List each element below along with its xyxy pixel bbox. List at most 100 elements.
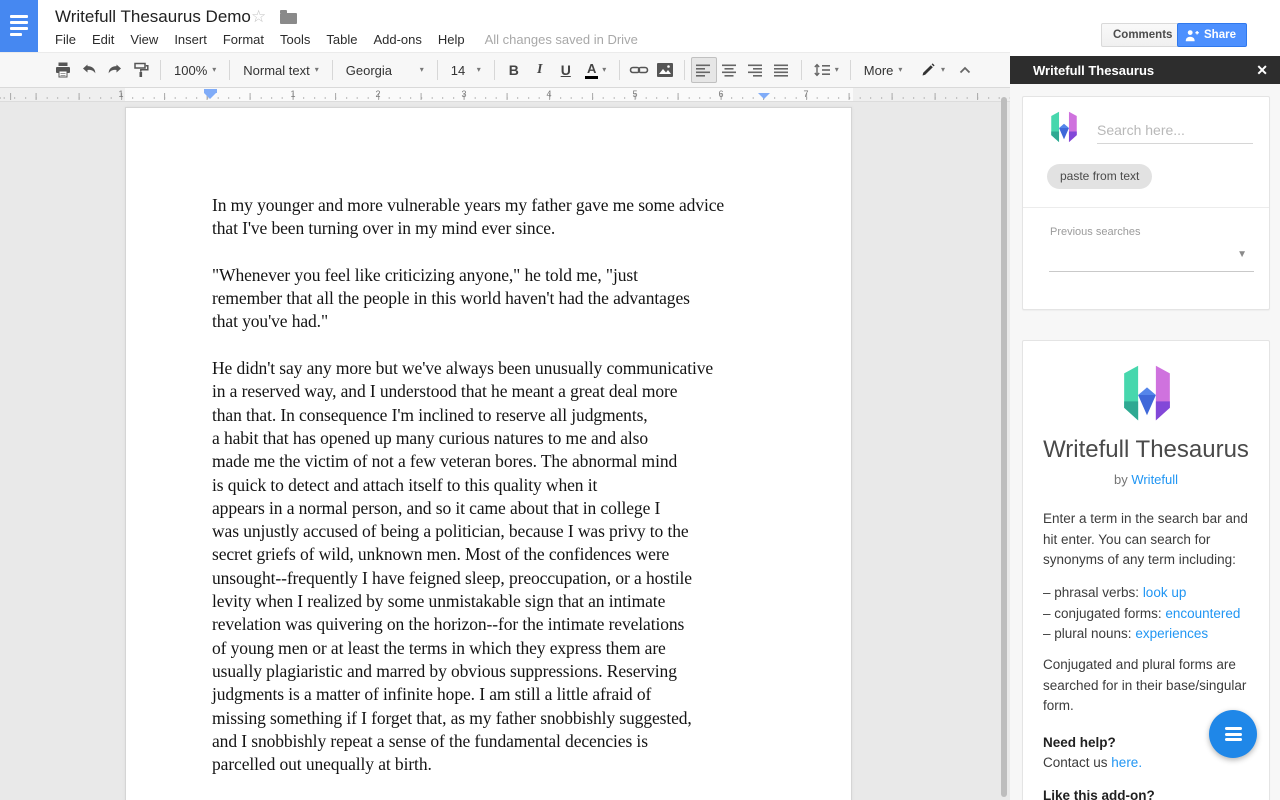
share-button[interactable]: Share (1177, 23, 1247, 47)
menu-item[interactable]: File (47, 30, 84, 49)
toolbar-separator (331, 60, 333, 80)
example-item: – conjugated forms: encountered (1043, 605, 1241, 621)
document-text: In my younger and more vulnerable years … (126, 108, 851, 776)
print-button[interactable] (50, 57, 76, 83)
share-person-icon (1185, 29, 1199, 41)
chevron-up-icon (959, 66, 971, 74)
insert-link-button[interactable] (626, 57, 652, 83)
insert-image-button[interactable] (652, 57, 678, 83)
example-link[interactable]: experiences (1135, 626, 1208, 641)
dropdown-caret-icon[interactable]: ▼ (1237, 249, 1247, 260)
ruler-number: 2 (375, 89, 381, 99)
menu-bar: File Edit View Insert Format Tools Table Add-on… (47, 30, 642, 49)
toolbar-right-group: ▾ (913, 57, 1002, 83)
toolbar-separator (683, 60, 685, 80)
ruler-number: 3 (461, 89, 467, 99)
previous-searches-dropdown[interactable] (1049, 271, 1254, 272)
menu-item[interactable]: Table (318, 30, 365, 49)
horizontal-ruler: 1 1 2 3 4 5 6 7 (0, 88, 1010, 102)
top-bar: Writefull Thesaurus Demo ☆ File Edit View I… (0, 0, 1280, 52)
undo-button[interactable] (76, 57, 102, 83)
toolbar-separator (229, 60, 231, 80)
chevron-down-icon: ▾ (212, 65, 217, 74)
ruler-half-ticks (0, 93, 1010, 100)
menu-item[interactable]: Add-ons (365, 30, 429, 49)
justify-button[interactable] (769, 57, 795, 83)
zoom-select[interactable]: 100% ▾ (167, 57, 223, 83)
toolbar-separator (160, 60, 161, 80)
example-link[interactable]: look up (1143, 585, 1187, 600)
addon-sidebar: Writefull Thesaurus ✕ paste from text Pr… (1010, 52, 1280, 800)
save-status[interactable]: All changes saved in Drive (481, 30, 642, 49)
menu-item[interactable]: Tools (272, 30, 318, 49)
print-icon (56, 62, 70, 78)
zoom-value: 100% (174, 62, 208, 78)
hamburger-icon (1224, 727, 1242, 730)
example-link[interactable]: encountered (1165, 606, 1240, 621)
chevron-down-icon: ▾ (940, 65, 945, 74)
formatting-toolbar: 100% ▾ Normal text ▾ Georgia ▾ 14 ▾ B I … (0, 52, 1010, 88)
ruler-number: 4 (546, 89, 552, 99)
google-docs-icon[interactable] (0, 0, 38, 52)
writefull-link[interactable]: Writefull (1131, 472, 1178, 487)
search-input[interactable] (1097, 117, 1253, 144)
underline-button[interactable]: U (553, 57, 579, 83)
menu-item[interactable]: View (122, 30, 166, 49)
writefull-logo-small (1051, 111, 1077, 143)
comments-button[interactable]: Comments (1101, 23, 1185, 47)
align-right-icon (747, 64, 762, 77)
toolbar-separator (493, 60, 495, 80)
font-value: Georgia (345, 62, 392, 78)
menu-item[interactable]: Insert (166, 30, 215, 49)
document-paragraph: In my younger and more vulnerable years … (212, 195, 725, 239)
font-size-select[interactable]: 14 ▾ (444, 57, 488, 83)
document-page[interactable]: In my younger and more vulnerable years … (125, 107, 852, 800)
menu-fab-button[interactable] (1209, 710, 1257, 758)
previous-searches-label: Previous searches (1050, 226, 1141, 238)
star-icon[interactable]: ☆ (251, 7, 266, 27)
text-color-icon: A (585, 62, 599, 79)
ruler-number: 1 (290, 89, 296, 99)
editing-mode-button[interactable]: ▾ (913, 57, 952, 83)
chevron-down-icon: ▾ (898, 65, 903, 74)
folder-icon[interactable] (280, 10, 297, 24)
collapse-toolbar-button[interactable] (952, 57, 978, 83)
italic-button[interactable]: I (527, 57, 553, 83)
sidebar-body: paste from text Previous searches ▼ Writ… (1010, 84, 1280, 800)
image-icon (656, 63, 673, 77)
text-color-button[interactable]: A ▾ (579, 57, 613, 83)
more-button[interactable]: More ▾ (857, 57, 910, 83)
paragraph-style-select[interactable]: Normal text ▾ (236, 57, 325, 83)
font-family-select[interactable]: Georgia ▾ (339, 57, 431, 83)
line-spacing-button[interactable]: ▾ (808, 57, 844, 83)
bold-button[interactable]: B (501, 57, 527, 83)
line-spacing-icon (814, 63, 830, 77)
document-paragraph: "Whenever you feel like criticizing anyo… (212, 264, 690, 332)
chevron-down-icon: ▾ (419, 65, 424, 74)
contact-line: Contact us here. (1043, 755, 1143, 770)
chevron-down-icon: ▾ (314, 65, 319, 74)
align-left-button[interactable] (690, 57, 717, 83)
menu-item[interactable]: Help (430, 30, 473, 49)
align-right-button[interactable] (743, 57, 769, 83)
close-icon[interactable]: ✕ (1256, 62, 1268, 79)
align-center-button[interactable] (717, 57, 743, 83)
undo-icon (83, 64, 96, 74)
document-title[interactable]: Writefull Thesaurus Demo (55, 7, 251, 27)
chevron-down-icon: ▾ (476, 65, 481, 74)
note-text: Conjugated and plural forms are searched… (1043, 657, 1247, 713)
menu-item[interactable]: Format (215, 30, 272, 49)
redo-button[interactable] (102, 57, 128, 83)
addon-name: Writefull Thesaurus (1043, 436, 1249, 463)
right-indent-marker[interactable] (758, 92, 770, 99)
left-indent-marker[interactable] (204, 89, 217, 99)
paint-format-button[interactable] (128, 57, 154, 83)
align-left-icon (695, 64, 710, 77)
paste-from-text-button[interactable]: paste from text (1047, 164, 1153, 189)
sidebar-title: Writefull Thesaurus (1033, 63, 1155, 78)
document-scrollbar[interactable] (1001, 97, 1007, 797)
example-list: – phrasal verbs: look up – conjugated fo… (1043, 583, 1240, 645)
style-value: Normal text (243, 62, 310, 78)
contact-link[interactable]: here. (1111, 755, 1142, 770)
menu-item[interactable]: Edit (84, 30, 122, 49)
